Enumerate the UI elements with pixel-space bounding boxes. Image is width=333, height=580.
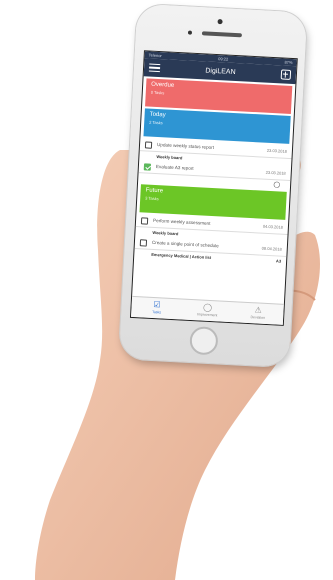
task-checkbox-checked[interactable] [143,163,152,171]
app-screen: Telenor 09:22 87% DigiLEAN Overdue 0 Tas… [129,50,298,326]
task-title: Update weekly status report [156,142,215,150]
task-date: 08.04.2018 [261,245,282,252]
tab-deviation-label: Deviation [250,315,266,320]
task-board-name: Emergency Medical | Action list [151,251,212,260]
task-board-name: Weekly board [152,229,179,237]
bottom-tab-bar: ☑ Tasks ◯ Improvement ⚠ Deviation [131,295,284,325]
battery: 87% [284,59,293,65]
tab-tasks[interactable]: ☑ Tasks [131,297,183,320]
task-date: 04.03.2018 [262,223,284,230]
home-button[interactable] [189,326,219,356]
task-title: Create a single point of schedule [151,239,219,249]
earpiece-speaker [201,31,243,38]
task-checkbox[interactable] [140,217,149,225]
task-checkbox[interactable] [144,141,153,149]
task-date: 23.03.2018 [266,147,288,154]
task-date: 23.03.2018 [265,169,286,176]
tab-improvement-label: Improvement [196,312,218,318]
task-checkbox[interactable] [139,239,148,247]
tab-improvement[interactable]: ◯ Improvement [182,300,234,323]
tab-deviation[interactable]: ⚠ Deviation [232,302,284,325]
sensor-dot [187,30,193,35]
hamburger-menu-icon[interactable] [148,63,161,73]
a3-tag: A3 [275,258,282,264]
front-camera [217,19,223,25]
add-task-icon[interactable] [280,69,292,80]
tab-tasks-label: Tasks [152,309,162,315]
clock: 09:22 [218,56,229,62]
task-title: Perform weekly assessment [152,217,211,226]
app-title: DigiLEAN [205,66,236,76]
task-board-name: Weekly board [156,154,183,161]
smartphone: Telenor 09:22 87% DigiLEAN Overdue 0 Tas… [118,3,308,368]
carrier: Telenor [148,52,162,59]
task-title: Evaluate A3 report [155,163,194,171]
